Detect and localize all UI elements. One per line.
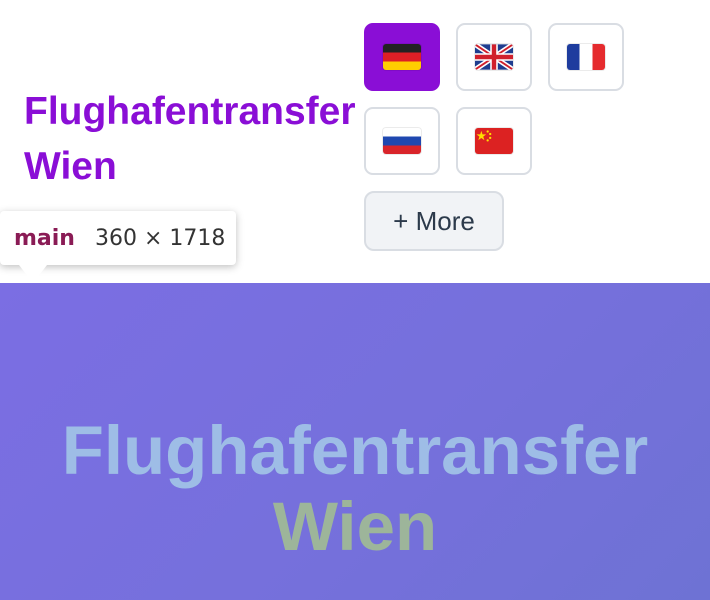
flag-germany-icon: [383, 44, 421, 70]
page: Flughafentransfer Wien + More main 360 ×…: [0, 0, 710, 600]
flag-china-icon: [475, 128, 513, 154]
hero-title-line2: Wien: [272, 488, 438, 565]
flag-russia-icon: [383, 128, 421, 154]
element-inspector-tooltip: main 360 × 1718: [0, 211, 236, 265]
hero-title-line1: Flughafentransfer: [61, 412, 649, 489]
language-button-en[interactable]: [456, 23, 532, 91]
site-title-line2: Wien: [24, 145, 117, 188]
more-languages-button[interactable]: + More: [364, 191, 504, 251]
inspector-tag-name: main: [14, 225, 75, 251]
hero-section: Flughafentransfer Wien: [0, 283, 710, 600]
inspector-dimensions: 360 × 1718: [94, 225, 226, 251]
flag-uk-icon: [475, 44, 513, 70]
flag-france-icon: [567, 44, 605, 70]
inspector-tooltip-arrow: [19, 265, 47, 283]
language-button-de[interactable]: [364, 23, 440, 91]
hero-title: Flughafentransfer Wien: [0, 413, 710, 565]
language-button-zh[interactable]: [456, 107, 532, 175]
site-title[interactable]: Flughafentransfer Wien: [24, 84, 364, 194]
site-title-line1: Flughafentransfer: [24, 90, 356, 133]
language-button-fr[interactable]: [548, 23, 624, 91]
language-button-ru[interactable]: [364, 107, 440, 175]
